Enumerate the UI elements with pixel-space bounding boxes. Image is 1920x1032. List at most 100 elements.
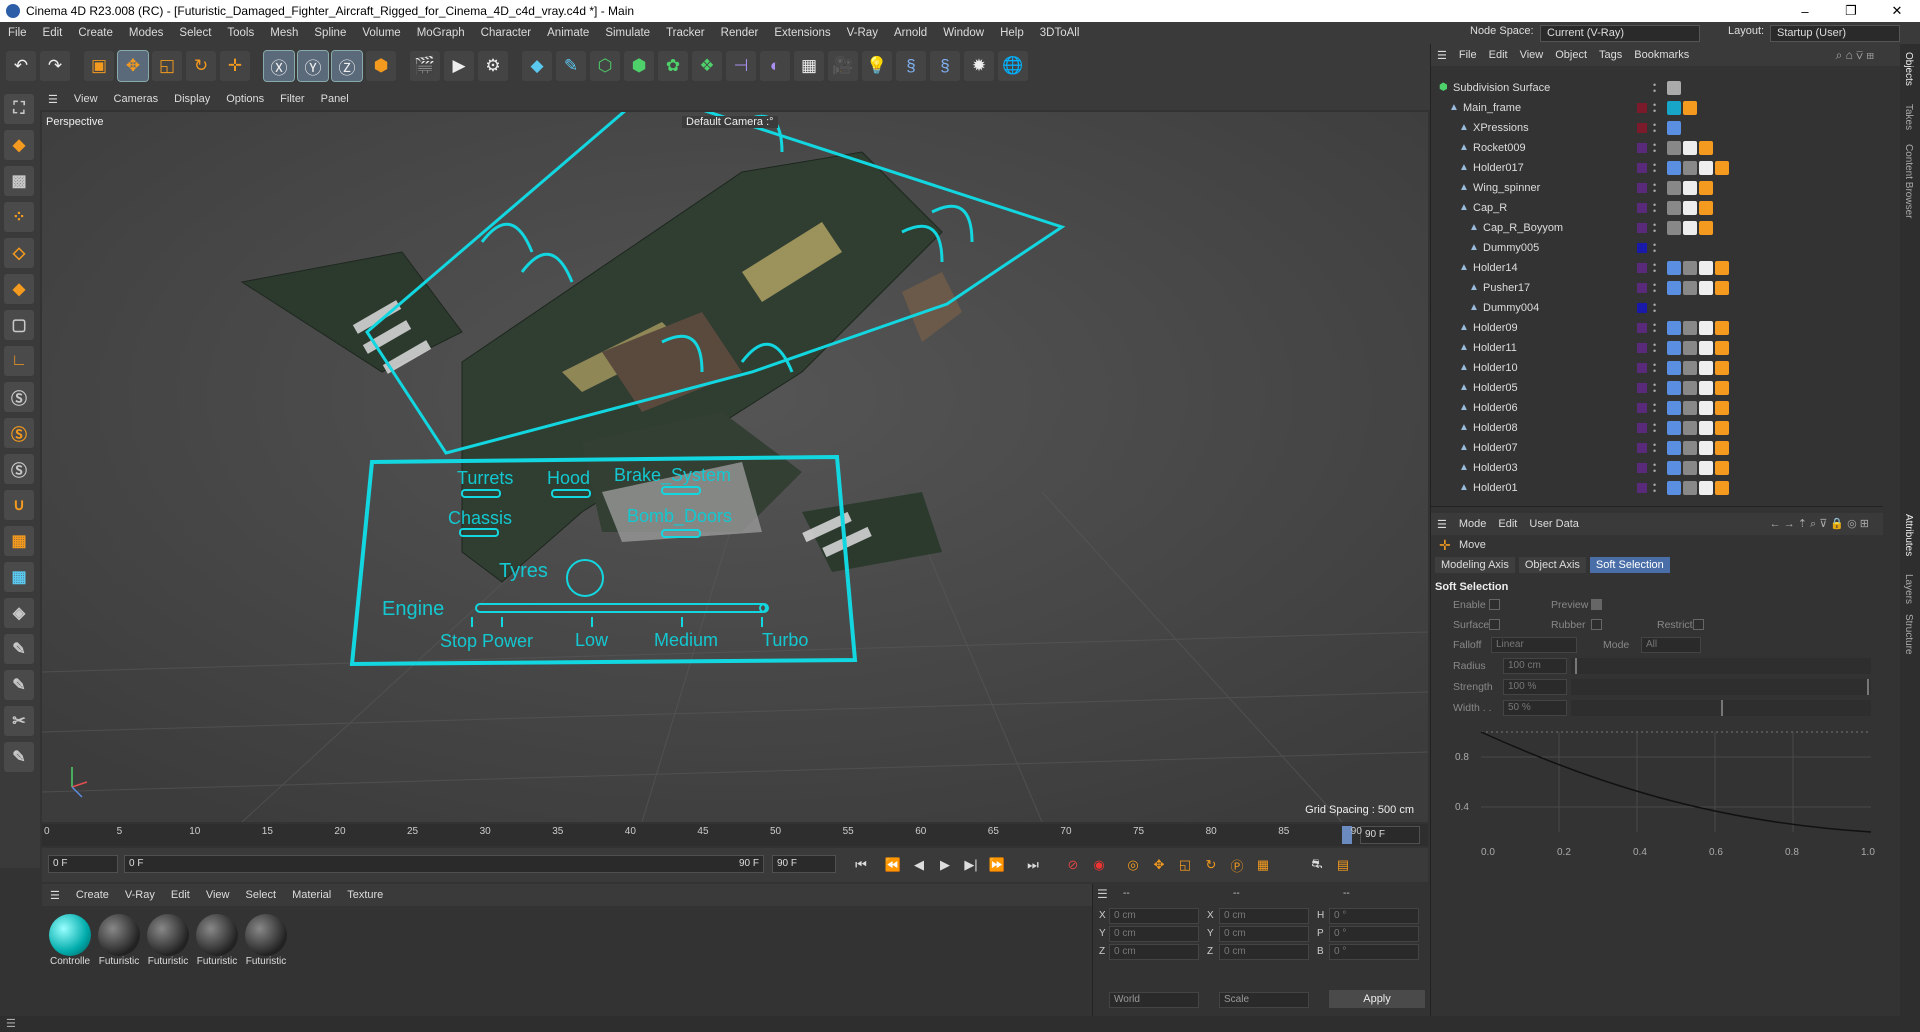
layer-color-swatch[interactable] (1637, 443, 1647, 453)
coord-size-field[interactable]: 0 cm (1219, 926, 1309, 942)
rotate-tool-icon[interactable]: ↻ (186, 51, 216, 81)
object-tag-icon[interactable] (1683, 441, 1697, 455)
live-selection-icon[interactable]: ▣ (84, 51, 114, 81)
menu-vray[interactable]: V-Ray (839, 27, 886, 39)
sculpt-brush-icon[interactable]: ✎ (4, 634, 34, 664)
snap-settings-icon[interactable]: Ⓢ (4, 418, 34, 448)
move-tool-icon[interactable]: ✥ (117, 50, 149, 82)
object-tag-icon[interactable] (1667, 221, 1681, 235)
side-tab-content-browser[interactable]: Content Browser (1903, 144, 1914, 218)
coord-space-dropdown[interactable]: World (1109, 992, 1199, 1008)
object-tag-icon[interactable] (1715, 401, 1729, 415)
side-tab-takes[interactable]: Takes (1903, 104, 1914, 130)
objects-menu-view[interactable]: View (1514, 49, 1550, 61)
object-row[interactable]: ▲ Dummy005 • • (1431, 238, 1883, 258)
side-tab-structure[interactable]: Structure (1903, 614, 1914, 655)
viewport-camera-label[interactable]: Default Camera :° (682, 116, 778, 128)
falloff-dropdown[interactable]: Linear (1491, 637, 1577, 653)
timeline-ruler[interactable]: 90 F 0 5 10 15 20 25 30 35 40 45 50 55 60 65 70 75 80 85 9… (42, 824, 1428, 846)
layer-color-swatch[interactable] (1637, 283, 1647, 293)
object-tag-icon[interactable] (1699, 341, 1713, 355)
object-tag-icon[interactable] (1683, 381, 1697, 395)
object-tag-icon[interactable] (1715, 441, 1729, 455)
object-tag-icon[interactable] (1683, 461, 1697, 475)
redo-icon[interactable]: ↷ (40, 51, 70, 81)
previous-frame-icon[interactable]: ◀ (908, 854, 930, 876)
layer-color-swatch[interactable] (1637, 383, 1647, 393)
key-selection-icon[interactable]: ◎ (1122, 854, 1144, 876)
tab-soft-selection[interactable]: Soft Selection (1589, 557, 1670, 573)
material-swatch[interactable]: Futuristic (146, 914, 190, 967)
menu-character[interactable]: Character (473, 27, 540, 39)
grid-lock-icon[interactable]: ▦ (4, 562, 34, 592)
object-row[interactable]: ▲ Main_frame • • (1431, 98, 1883, 118)
polygons-mode-icon[interactable]: ◆ (4, 274, 34, 304)
object-tag-icon[interactable] (1715, 281, 1729, 295)
max-frame-field[interactable]: 90 F (772, 855, 836, 873)
layer-color-swatch[interactable] (1637, 223, 1647, 233)
coord-menu-icon[interactable]: ☰ (1097, 887, 1108, 901)
object-row[interactable]: ▲ Holder08 • • (1431, 418, 1883, 438)
object-tag-icon[interactable] (1683, 161, 1697, 175)
layer-color-swatch[interactable] (1637, 483, 1647, 493)
coord-size-field[interactable]: 0 cm (1219, 944, 1309, 960)
object-row[interactable]: ▲ Holder05 • • (1431, 378, 1883, 398)
magnet-icon[interactable]: ∪ (4, 490, 34, 520)
visibility-dots-icon[interactable]: • • (1653, 381, 1659, 396)
object-tag-icon[interactable] (1715, 261, 1729, 275)
scale-tool-icon[interactable]: ◱ (152, 51, 182, 81)
object-tag-icon[interactable] (1699, 481, 1713, 495)
menu-simulate[interactable]: Simulate (597, 27, 658, 39)
object-tag-icon[interactable] (1699, 441, 1713, 455)
menu-modes[interactable]: Modes (121, 27, 172, 39)
viewport-menu-toggle-icon[interactable]: ☰ (40, 93, 66, 106)
radius-slider[interactable] (1571, 658, 1871, 674)
material-menu-edit[interactable]: Edit (163, 889, 198, 901)
object-tag-icon[interactable] (1715, 341, 1729, 355)
menu-mesh[interactable]: Mesh (262, 27, 306, 39)
object-tag-icon[interactable] (1683, 181, 1697, 195)
menu-3dtoall[interactable]: 3DToAll (1032, 27, 1088, 39)
minimize-button[interactable]: – (1782, 0, 1828, 22)
material-menu-create[interactable]: Create (68, 889, 117, 901)
viewport-menu-display[interactable]: Display (166, 93, 218, 105)
z-axis-lock-icon[interactable]: Ⓩ (331, 50, 363, 82)
enable-checkbox[interactable] (1489, 599, 1500, 610)
objects-menu-toggle-icon[interactable]: ☰ (1431, 49, 1453, 62)
coord-apply-button[interactable]: Apply (1329, 990, 1425, 1008)
visibility-dots-icon[interactable]: • • (1653, 341, 1659, 356)
object-tag-icon[interactable] (1667, 181, 1681, 195)
object-tag-icon[interactable] (1683, 101, 1697, 115)
key-rotation-icon[interactable]: ↻ (1200, 854, 1222, 876)
material-swatch[interactable]: Controlle (48, 914, 92, 967)
object-tag-icon[interactable] (1683, 221, 1697, 235)
snap-icon[interactable]: Ⓢ (4, 382, 34, 412)
menu-spline[interactable]: Spline (306, 27, 354, 39)
field-icon[interactable]: ◐ (760, 51, 790, 81)
object-tag-icon[interactable] (1667, 421, 1681, 435)
visibility-dots-icon[interactable]: • • (1653, 181, 1659, 196)
object-tag-icon[interactable] (1667, 121, 1681, 135)
object-tag-icon[interactable] (1667, 201, 1681, 215)
layer-color-swatch[interactable] (1637, 323, 1647, 333)
width-slider[interactable] (1571, 700, 1871, 716)
material-menu-texture[interactable]: Texture (339, 889, 391, 901)
menu-edit[interactable]: Edit (35, 27, 71, 39)
object-row[interactable]: ▲ Holder14 • • (1431, 258, 1883, 278)
menu-arnold[interactable]: Arnold (886, 27, 935, 39)
side-tab-attributes[interactable]: Attributes (1903, 514, 1914, 556)
object-tag-icon[interactable] (1699, 281, 1713, 295)
object-row[interactable]: ▲ Holder07 • • (1431, 438, 1883, 458)
strength-field[interactable]: 100 % (1503, 679, 1567, 695)
bevel-icon[interactable]: ✎ (4, 742, 34, 772)
object-row[interactable]: ▲ Cap_R_Boyyom • • (1431, 218, 1883, 238)
layer-color-swatch[interactable] (1637, 103, 1647, 113)
vray-settings-icon[interactable]: ✹ (964, 51, 994, 81)
spline-pen-icon[interactable]: ✎ (556, 51, 586, 81)
coord-size-field[interactable]: 0 cm (1219, 908, 1309, 924)
coord-pos-field[interactable]: 0 cm (1109, 908, 1199, 924)
mograph-icon[interactable]: ❖ (692, 51, 722, 81)
object-row[interactable]: ▲ Holder11 • • (1431, 338, 1883, 358)
object-tag-icon[interactable] (1667, 321, 1681, 335)
placement-tool-icon[interactable]: ✛ (220, 51, 250, 81)
